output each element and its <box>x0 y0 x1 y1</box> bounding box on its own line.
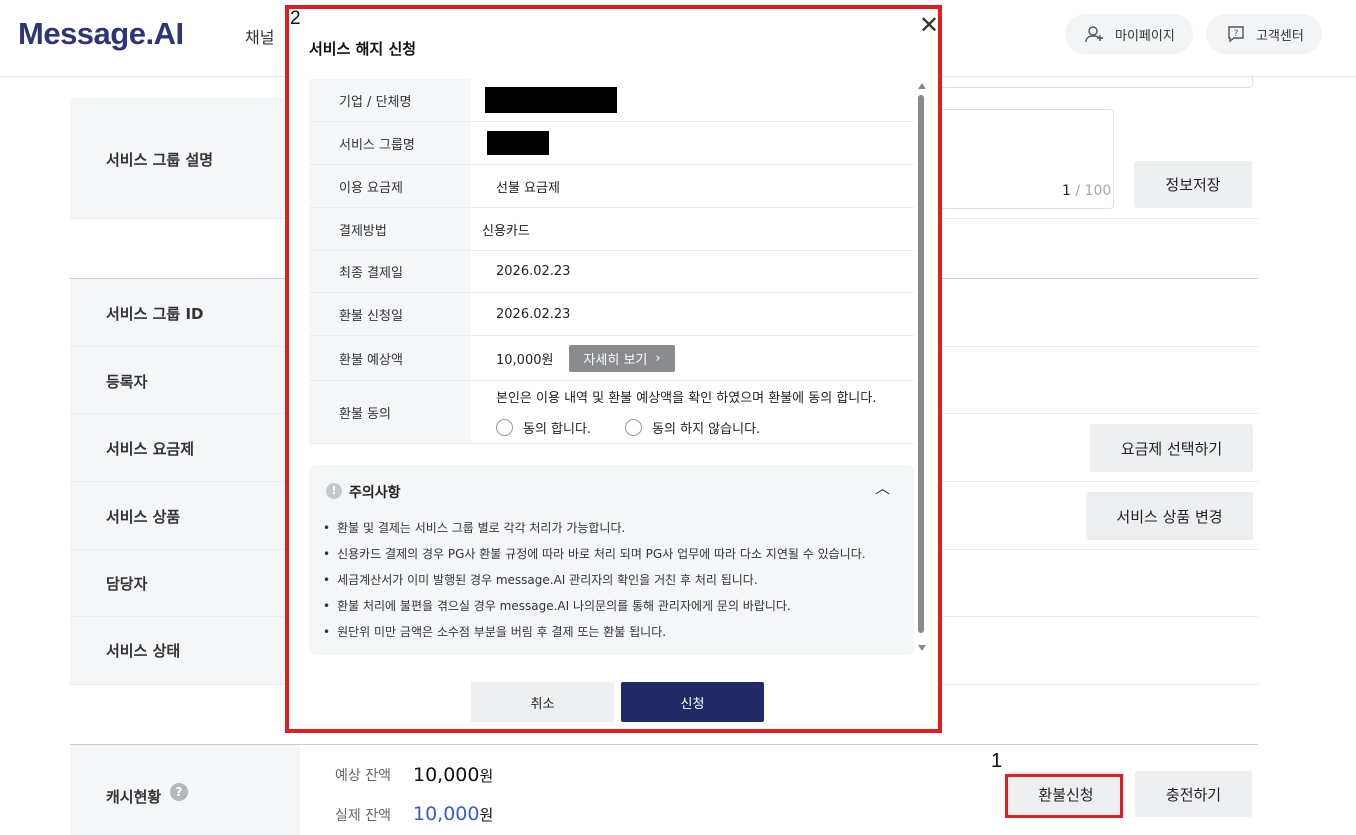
consent-options: 동의 합니다. 동의 하지 않습니다. <box>496 418 760 437</box>
actual-balance-amount: 10,000 <box>413 803 480 825</box>
modal-scroll-area[interactable]: 기업 / 단체명 서비스 그룹명 이용 요금제 선불 요금제 결제방법 신용카드… <box>309 79 929 655</box>
cancel-button[interactable]: 취소 <box>471 682 614 722</box>
product-label: 서비스 상품 <box>106 508 181 526</box>
agree-radio[interactable] <box>496 419 513 436</box>
help-icon[interactable]: ? <box>170 783 188 801</box>
notice-panel: ! 주의사항 ︿ 환불 및 결제는 서비스 그룹 별로 각각 처리가 가능합니다… <box>309 465 914 655</box>
status-label: 서비스 상태 <box>106 642 181 660</box>
consent-text: 본인은 이용 내역 및 환불 예상액을 확인 하였으며 환불에 동의 합니다. <box>496 391 877 406</box>
service-cancel-modal: 2 서비스 해지 신청 ✕ 기업 / 단체명 서비스 그룹명 이용 요금제 선불… <box>285 5 942 733</box>
support-button[interactable]: ? 고객센터 <box>1206 14 1322 54</box>
table-row: 서비스 그룹명 <box>309 122 914 165</box>
row-value: 선불 요금제 <box>496 180 560 196</box>
input-remnant <box>940 76 1253 88</box>
list-item: 세금계산서가 이미 발행된 경우 message.AI 관리자의 확인을 거친 … <box>323 571 866 597</box>
currency-unit: 원 <box>479 806 494 824</box>
table-row: 이용 요금제 선불 요금제 <box>309 165 914 208</box>
table-row: 환불 신청일 2026.02.23 <box>309 293 914 336</box>
list-item: 환불 처리에 불편을 겪으실 경우 message.AI 나의문의를 통해 관리… <box>323 597 866 623</box>
nav-item-channel[interactable]: 채널 <box>245 24 274 48</box>
product-change-button[interactable]: 서비스 상품 변경 <box>1086 492 1253 540</box>
group-id-label: 서비스 그룹 ID <box>106 305 204 323</box>
table-row: 결제방법 신용카드 <box>309 208 914 251</box>
desc-counter-max: / 100 <box>1075 183 1112 199</box>
desc-counter-current: 1 <box>1062 183 1071 199</box>
annotation-number-1: 1 <box>991 750 1003 772</box>
row-value: 본인은 이용 내역 및 환불 예상액을 확인 하였으며 환불에 동의 합니다. … <box>471 381 914 443</box>
svg-text:?: ? <box>1234 29 1239 39</box>
currency-unit: 원 <box>479 767 494 785</box>
refund-amount: 10,000원 <box>496 352 554 368</box>
save-button[interactable]: 정보저장 <box>1134 161 1252 208</box>
mypage-button[interactable]: 마이페이지 <box>1065 14 1193 54</box>
row-key: 최종 결제일 <box>309 251 471 292</box>
redacted-group-name <box>487 131 549 155</box>
cash-label: 캐시현황 <box>106 788 162 806</box>
user-add-icon <box>1085 26 1103 43</box>
apply-button[interactable]: 신청 <box>621 682 764 722</box>
scroll-down-arrow-icon[interactable] <box>918 645 926 651</box>
scroll-up-arrow-icon[interactable] <box>918 83 926 89</box>
actual-balance-label: 실제 잔액 <box>335 808 391 824</box>
help-chat-icon: ? <box>1228 26 1244 43</box>
info-table: 기업 / 단체명 서비스 그룹명 이용 요금제 선불 요금제 결제방법 신용카드… <box>309 79 914 444</box>
desc-label: 서비스 그룹 설명 <box>106 151 214 169</box>
close-icon[interactable]: ✕ <box>919 13 939 37</box>
plan-label: 서비스 요금제 <box>106 440 195 458</box>
row-key: 서비스 그룹명 <box>309 122 471 164</box>
expected-balance-amount: 10,000 <box>413 764 480 786</box>
scrollbar[interactable] <box>914 79 929 655</box>
redacted-company-name <box>485 87 617 113</box>
table-row: 최종 결제일 2026.02.23 <box>309 251 914 293</box>
detail-view-label: 자세히 보기 <box>583 352 648 368</box>
registrant-label: 등록자 <box>106 373 148 391</box>
row-value: 2026.02.23 <box>496 264 571 279</box>
agree-label[interactable]: 동의 합니다. <box>523 418 591 437</box>
row-value <box>471 79 914 121</box>
actual-balance-value: 10,000원 <box>413 803 493 825</box>
list-item: 신용카드 결제의 경우 PG사 환불 규정에 따라 바로 처리 되며 PG사 업… <box>323 545 865 571</box>
annotation-number-2: 2 <box>290 8 301 29</box>
chevron-right-icon: › <box>655 350 661 366</box>
info-icon: ! <box>326 483 342 499</box>
disagree-label[interactable]: 동의 하지 않습니다. <box>652 418 760 437</box>
list-item: 환불 및 결제는 서비스 그룹 별로 각각 처리가 가능합니다. <box>323 519 866 545</box>
scroll-thumb[interactable] <box>918 95 924 633</box>
detail-view-button[interactable]: 자세히 보기 › <box>569 344 675 372</box>
logo[interactable]: Message.AI <box>18 16 184 52</box>
table-row: 환불 예상액 10,000원 자세히 보기 › <box>309 336 914 381</box>
table-row: 환불 동의 본인은 이용 내역 및 환불 예상액을 확인 하였으며 환불에 동의… <box>309 381 914 444</box>
row-key: 환불 신청일 <box>309 293 471 335</box>
row-value: 2026.02.23 <box>496 306 571 322</box>
plan-select-button[interactable]: 요금제 선택하기 <box>1090 424 1253 472</box>
row-key: 결제방법 <box>309 208 471 250</box>
table-row: 기업 / 단체명 <box>309 79 914 122</box>
row-key: 이용 요금제 <box>309 165 471 207</box>
chevron-up-icon[interactable]: ︿ <box>875 477 890 498</box>
row-value: 신용카드 <box>482 223 530 239</box>
row-value: 10,000원 자세히 보기 › <box>471 336 914 380</box>
highlight-box-1 <box>1005 774 1123 818</box>
notice-list: 환불 및 결제는 서비스 그룹 별로 각각 처리가 가능합니다. 신용카드 결제… <box>323 519 866 649</box>
list-item: 원단위 미만 금액은 소수점 부분을 버림 후 결제 또는 환불 됩니다. <box>323 623 866 649</box>
notice-title: 주의사항 <box>349 485 401 501</box>
support-label: 고객센터 <box>1256 28 1304 44</box>
modal-title: 서비스 해지 신청 <box>309 40 417 58</box>
expected-balance-value: 10,000원 <box>413 764 493 786</box>
row-value <box>471 122 914 164</box>
charge-button[interactable]: 충전하기 <box>1135 771 1252 817</box>
row-key: 기업 / 단체명 <box>309 79 471 121</box>
manager-label: 담당자 <box>106 575 148 593</box>
mypage-label: 마이페이지 <box>1115 28 1175 44</box>
desc-counter: 1 / 100 <box>1062 183 1111 199</box>
expected-balance-label: 예상 잔액 <box>335 768 391 784</box>
row-key: 환불 예상액 <box>309 336 471 380</box>
row-key: 환불 동의 <box>309 381 471 443</box>
disagree-radio[interactable] <box>625 419 643 436</box>
